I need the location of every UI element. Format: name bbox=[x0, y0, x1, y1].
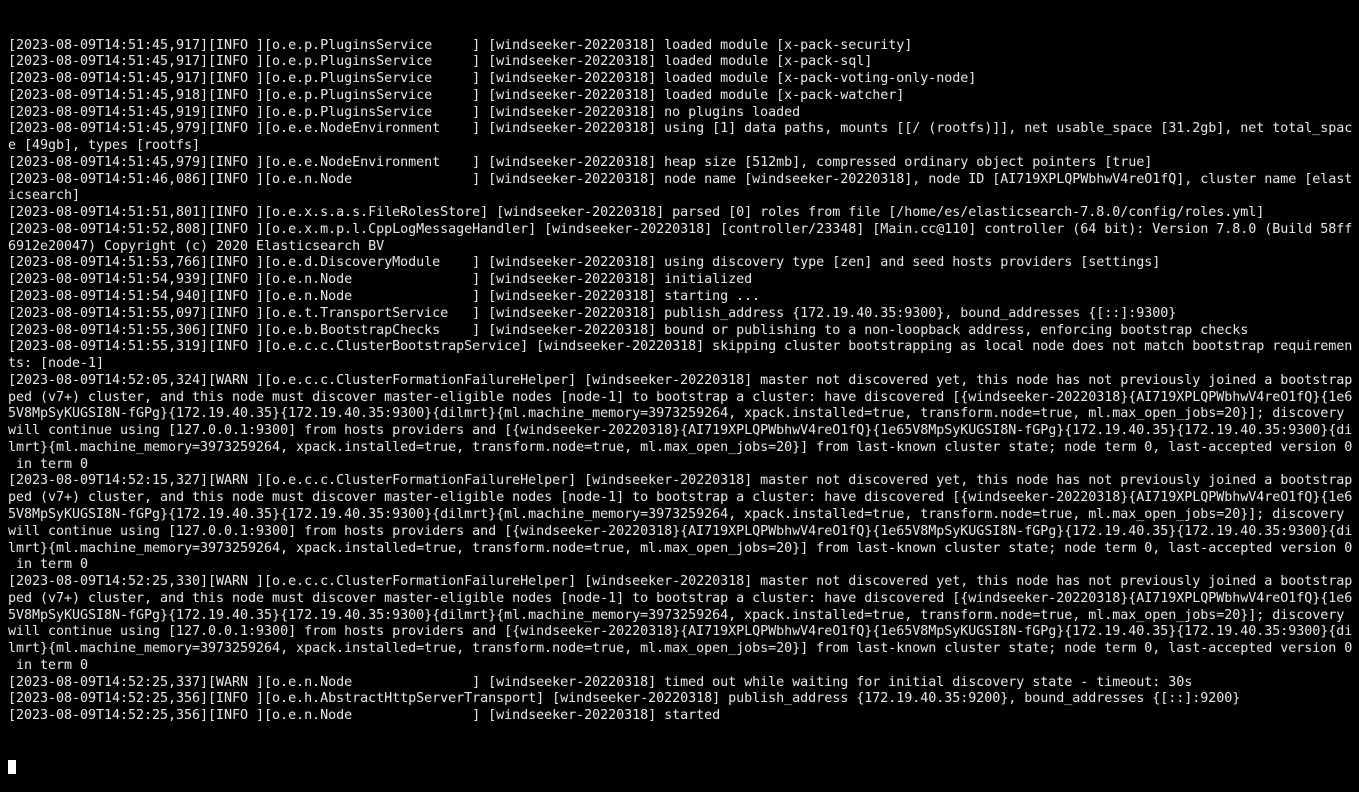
log-line: 5V8MpSyKUGSI8N-fGPg}{172.19.40.35}{172.1… bbox=[8, 607, 1353, 623]
log-line: [2023-08-09T14:51:55,097][INFO ][o.e.t.T… bbox=[8, 305, 1177, 321]
log-line: will continue using [127.0.0.1:9300] fro… bbox=[8, 423, 1353, 439]
log-line: [2023-08-09T14:51:46,086][INFO ][o.e.n.N… bbox=[8, 171, 1353, 187]
log-line: [2023-08-09T14:51:55,306][INFO ][o.e.b.B… bbox=[8, 322, 1249, 338]
log-line: lmrt}{ml.machine_memory=3973259264, xpac… bbox=[8, 439, 1353, 455]
cursor-row bbox=[8, 758, 1359, 775]
log-line: lmrt}{ml.machine_memory=3973259264, xpac… bbox=[8, 540, 1353, 556]
log-line: [2023-08-09T14:51:45,917][INFO ][o.e.p.P… bbox=[8, 71, 977, 87]
log-line: [2023-08-09T14:52:25,330][WARN ][o.e.c.c… bbox=[8, 574, 1353, 590]
log-line: ped (v7+) cluster, and this node must di… bbox=[8, 389, 1353, 405]
log-line: [2023-08-09T14:51:45,979][INFO ][o.e.e.N… bbox=[8, 121, 1353, 137]
log-line: [2023-08-09T14:51:45,918][INFO ][o.e.p.P… bbox=[8, 87, 905, 103]
log-line: lmrt}{ml.machine_memory=3973259264, xpac… bbox=[8, 641, 1353, 657]
log-line: [2023-08-09T14:51:45,917][INFO ][o.e.p.P… bbox=[8, 54, 873, 70]
log-line: ts: [node-1] bbox=[8, 356, 105, 372]
log-line: 5V8MpSyKUGSI8N-fGPg}{172.19.40.35}{172.1… bbox=[8, 406, 1353, 422]
log-line: [2023-08-09T14:52:25,356][INFO ][o.e.n.N… bbox=[8, 708, 721, 724]
log-line: ped (v7+) cluster, and this node must di… bbox=[8, 590, 1353, 606]
log-line: [2023-08-09T14:51:45,917][INFO ][o.e.p.P… bbox=[8, 37, 913, 53]
log-line: [2023-08-09T14:51:52,808][INFO ][o.e.x.m… bbox=[8, 221, 1353, 237]
log-line: will continue using [127.0.0.1:9300] fro… bbox=[8, 624, 1353, 640]
log-line: in term 0 bbox=[8, 456, 89, 472]
log-line: [2023-08-09T14:51:54,939][INFO ][o.e.n.N… bbox=[8, 272, 753, 288]
log-line: [2023-08-09T14:52:25,356][INFO ][o.e.h.A… bbox=[8, 691, 1241, 707]
log-line: [2023-08-09T14:52:25,337][WARN ][o.e.n.N… bbox=[8, 674, 1193, 690]
log-output: [2023-08-09T14:51:45,917][INFO ][o.e.p.P… bbox=[8, 38, 1359, 725]
log-line: [2023-08-09T14:51:45,979][INFO ][o.e.e.N… bbox=[8, 154, 1153, 170]
log-line: [2023-08-09T14:51:53,766][INFO ][o.e.d.D… bbox=[8, 255, 1161, 271]
log-line: ped (v7+) cluster, and this node must di… bbox=[8, 490, 1353, 506]
log-line: [2023-08-09T14:51:51,801][INFO ][o.e.x.s… bbox=[8, 205, 1265, 221]
log-line: [2023-08-09T14:51:55,319][INFO ][o.e.c.c… bbox=[8, 339, 1353, 355]
log-line: icsearch] bbox=[8, 188, 81, 204]
log-line: in term 0 bbox=[8, 557, 89, 573]
log-line: [2023-08-09T14:52:15,327][WARN ][o.e.c.c… bbox=[8, 473, 1353, 489]
log-line: in term 0 bbox=[8, 657, 89, 673]
log-line: [2023-08-09T14:51:54,940][INFO ][o.e.n.N… bbox=[8, 289, 761, 305]
terminal-console[interactable]: [2023-08-09T14:51:45,917][INFO ][o.e.p.P… bbox=[0, 0, 1359, 781]
log-line: e [49gb], types [rootfs] bbox=[8, 138, 201, 154]
log-line: 5V8MpSyKUGSI8N-fGPg}{172.19.40.35}{172.1… bbox=[8, 506, 1353, 522]
log-line: [2023-08-09T14:51:45,919][INFO ][o.e.p.P… bbox=[8, 104, 801, 120]
text-cursor bbox=[8, 760, 16, 775]
log-line: will continue using [127.0.0.1:9300] fro… bbox=[8, 523, 1353, 539]
log-line: 6912e20047) Copyright (c) 2020 Elasticse… bbox=[8, 238, 385, 254]
log-line: [2023-08-09T14:52:05,324][WARN ][o.e.c.c… bbox=[8, 372, 1353, 388]
